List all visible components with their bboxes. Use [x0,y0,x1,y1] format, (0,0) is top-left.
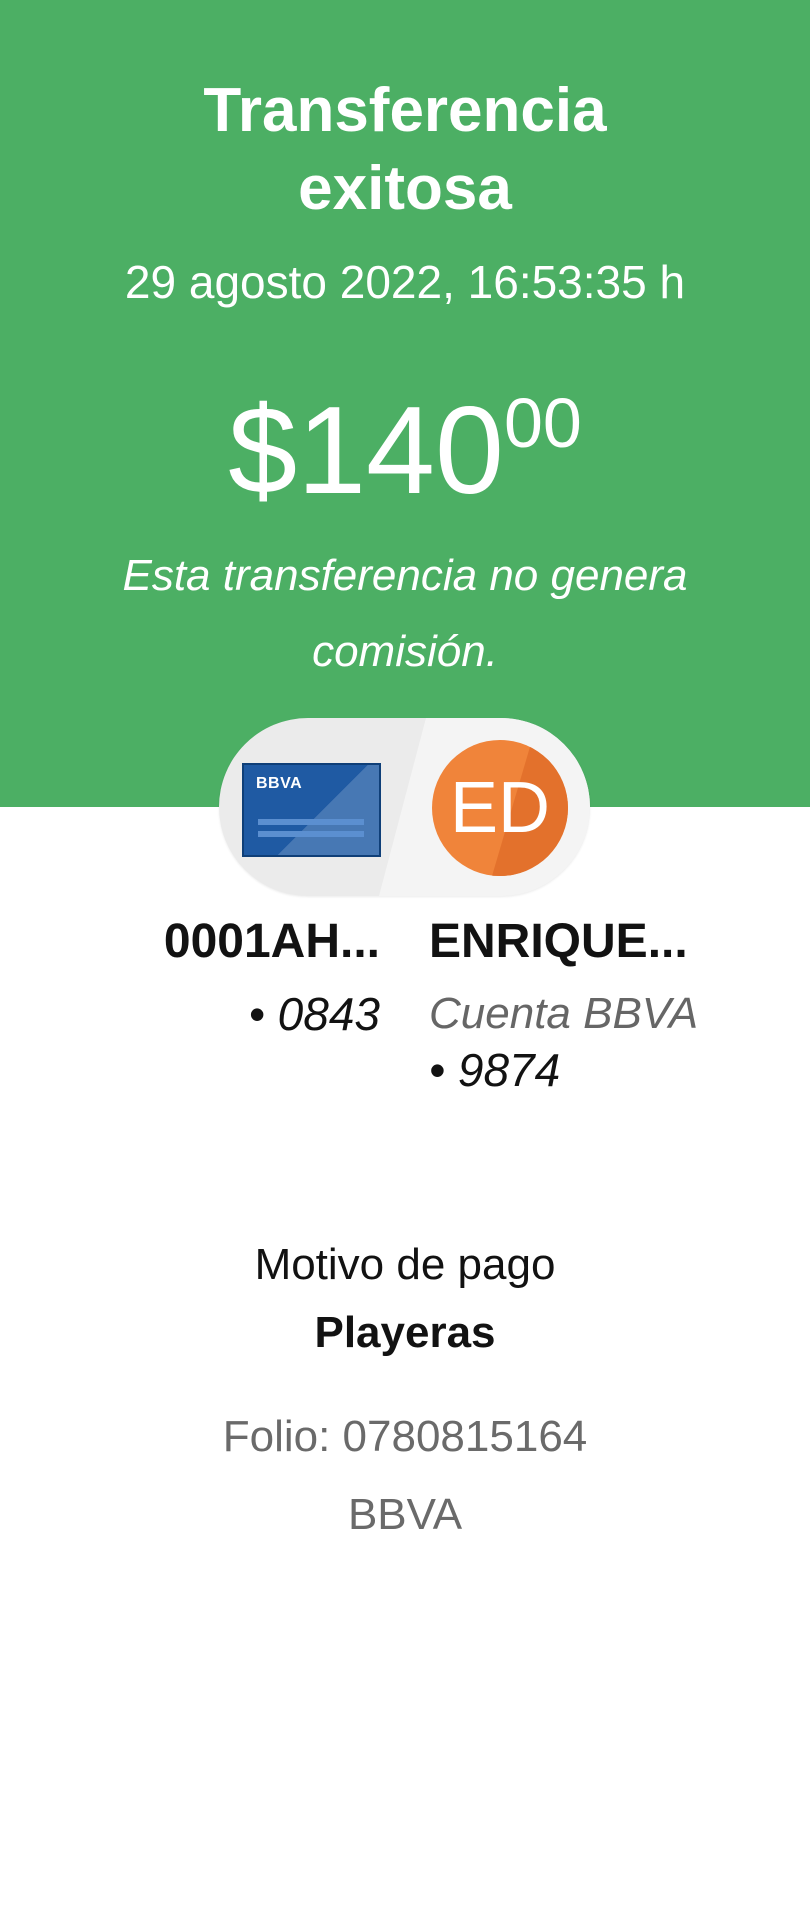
title-line-2: exitosa [298,154,512,223]
origin-account-number: • 0843 [248,988,380,1040]
transfer-receipt: Transferencia exitosa 29 agosto 2022, 16… [0,0,810,1908]
bank-card-icon: BBVA [242,763,381,857]
payment-reason-value: Playeras [314,1308,496,1357]
folio-number: Folio: 0780815164 [222,1412,588,1461]
success-header: Transferencia exitosa 29 agosto 2022, 16… [0,0,810,807]
transfer-datetime: 29 agosto 2022, 16:53:35 h [124,256,686,308]
destination-account-number: • 9874 [429,1044,561,1096]
page-title: Transferencia exitosa [0,72,810,228]
card-brand-label: BBVA [256,775,303,792]
destination-name: ENRIQUE... [429,915,688,968]
avatar-initials: ED [449,768,551,848]
avatar: ED [432,740,568,876]
amount-main: $140 [228,382,504,520]
transfer-parties-pill: BBVA ED [219,718,590,896]
transfer-amount: $14000 [0,386,810,516]
title-line-1: Transferencia [203,76,607,145]
bank-name: BBVA [347,1490,463,1539]
amount-cents: 00 [503,384,582,462]
commission-note: Esta transferencia no genera comisión. [122,551,688,676]
payment-reason-label: Motivo de pago [254,1240,556,1289]
destination-bank: Cuenta BBVA [429,989,699,1038]
origin-account-name: 0001AH... [163,915,380,968]
